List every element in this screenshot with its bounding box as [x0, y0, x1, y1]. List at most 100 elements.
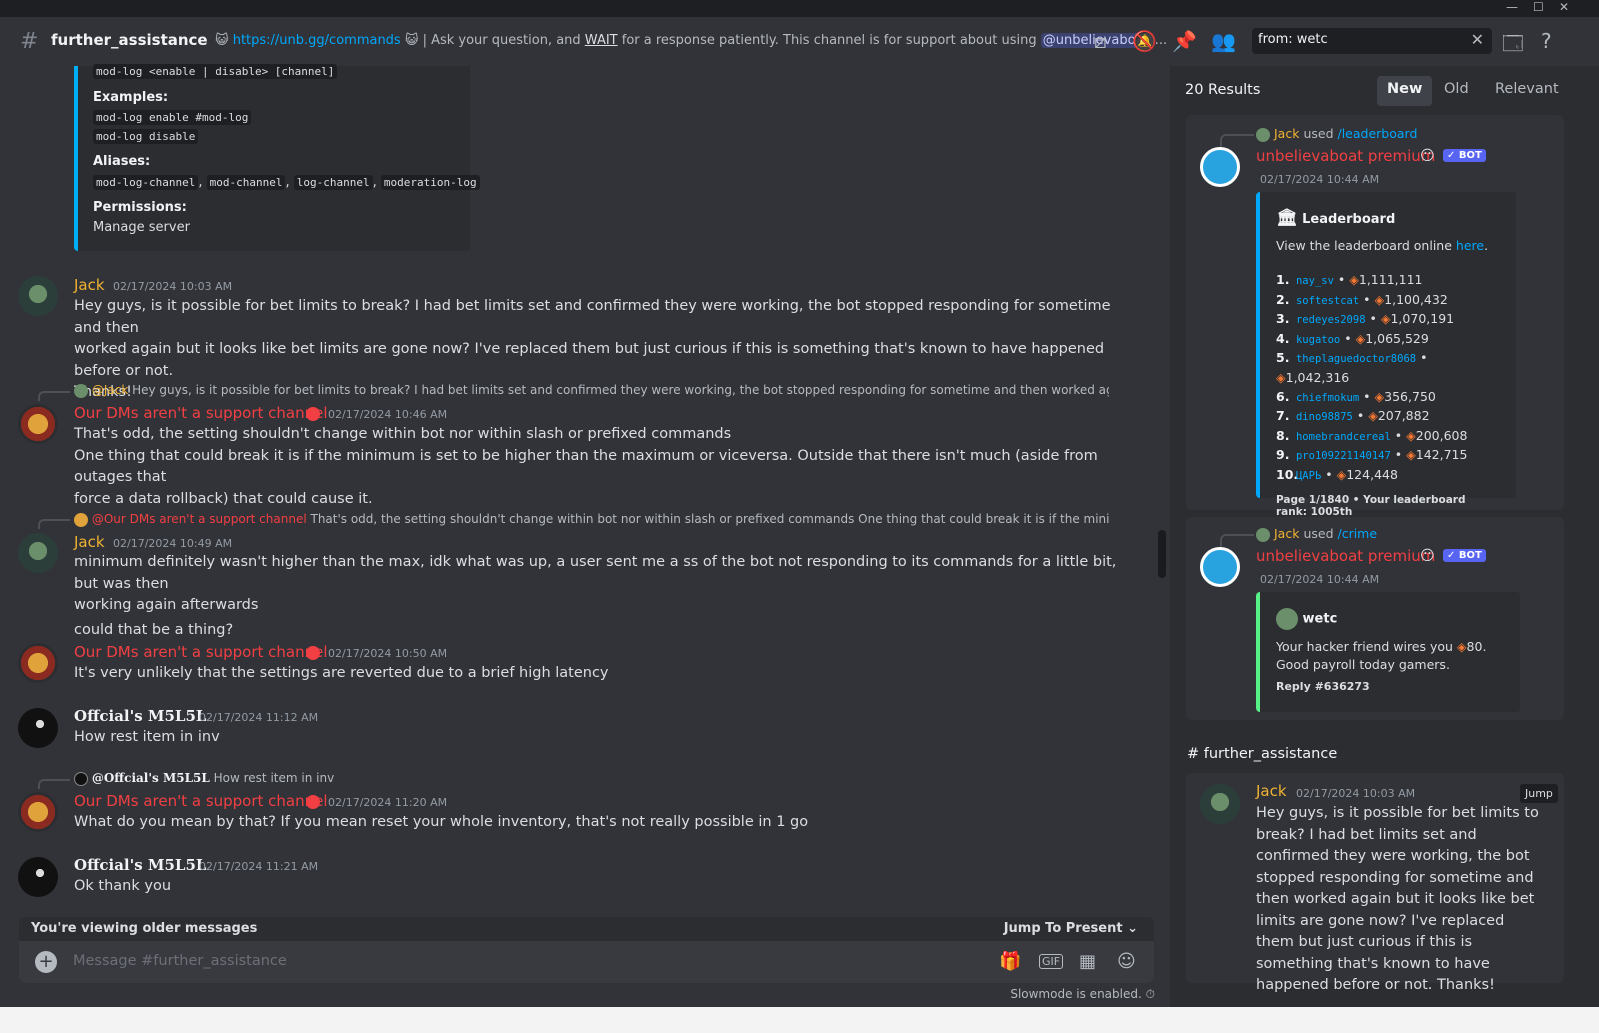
coin-icon: ◈ [1368, 408, 1378, 424]
message-author[interactable]: Our DMs aren't a support channel [74, 404, 328, 422]
author-avatar-icon [1276, 608, 1298, 630]
avatar[interactable] [18, 643, 58, 683]
notification-muted-icon[interactable]: 🔕 [1132, 29, 1157, 53]
rank: 3. [1276, 311, 1290, 327]
avatar[interactable] [18, 276, 58, 316]
message-line: What do you mean by that? If you mean re… [74, 814, 809, 830]
maximize-icon[interactable]: ☐ [1533, 0, 1544, 14]
avatar[interactable] [18, 792, 58, 832]
coin-icon: ◈ [1349, 272, 1359, 287]
reply-avatar-icon [74, 771, 88, 786]
leaderboard-user[interactable]: nay_sv [1296, 275, 1334, 287]
tab-new[interactable]: New [1377, 76, 1433, 106]
message-author[interactable]: Jack [74, 533, 105, 551]
member-list-icon[interactable]: 👥 [1211, 29, 1236, 53]
command-name[interactable]: /crime [1337, 526, 1377, 541]
message-timestamp: 02/17/2024 11:20 AM [328, 796, 448, 809]
message-input[interactable]: Message #further_assistance [73, 953, 287, 969]
sticker-icon[interactable]: ▦ [1079, 951, 1096, 972]
tab-old[interactable]: Old [1434, 76, 1479, 106]
bot-name[interactable]: unbelievaboat premium [1256, 147, 1435, 165]
rank: 5. [1276, 350, 1290, 366]
inbox-icon[interactable]: 🗔 [1502, 29, 1524, 63]
leaderboard-value: 1,100,432 [1384, 291, 1448, 307]
minimize-icon[interactable]: — [1506, 0, 1518, 14]
coin-icon: ◈ [1276, 369, 1286, 385]
examples-label: Examples: [93, 90, 169, 105]
reply-avatar-icon [74, 383, 88, 398]
command-usage: Jack used /crime [1256, 526, 1377, 542]
leaderboard-user[interactable]: dino98875 [1296, 411, 1353, 423]
gif-icon[interactable]: GIF [1039, 954, 1064, 969]
message-line: How rest item in inv [74, 729, 220, 745]
message-author[interactable]: Jack [74, 276, 105, 294]
clear-search-icon[interactable]: ✕ [1471, 30, 1484, 49]
alias-code: mod-log-channel [93, 175, 199, 190]
message-timestamp: 02/17/2024 11:21 AM [199, 860, 319, 873]
threads-icon[interactable]: ⧄ [1094, 29, 1107, 53]
message-author[interactable]: Our DMs aren't a support channel [74, 792, 328, 810]
permissions-label: Permissions: [93, 200, 187, 215]
command-user[interactable]: Jack [1274, 526, 1299, 541]
reply-preview[interactable]: @Our DMs aren't a support channel That's… [74, 512, 1109, 527]
attach-plus-icon[interactable]: + [35, 951, 57, 973]
leaderboard-user[interactable]: pro109221140147 [1296, 450, 1391, 462]
leaderboard-row: 1. nay_sv • ◈1,111,111 [1276, 271, 1500, 291]
result-author[interactable]: Jack [1256, 782, 1287, 800]
message-text: Ok thank you [74, 876, 1124, 898]
bank-icon: 🏛 [1276, 208, 1298, 228]
tab-relevant[interactable]: Relevant [1485, 76, 1569, 106]
leaderboard-user[interactable]: ЦАРЬ [1296, 470, 1321, 482]
channel-hash-icon: # [20, 29, 39, 54]
leaderboard-link[interactable]: here [1456, 238, 1484, 253]
reply-spine [38, 519, 70, 529]
bot-avatar[interactable] [1200, 147, 1240, 187]
avatar[interactable] [18, 857, 58, 897]
avatar[interactable] [18, 708, 58, 748]
jump-button[interactable]: Jump [1520, 784, 1558, 803]
user-avatar-icon [1256, 527, 1270, 542]
avatar[interactable] [18, 533, 58, 573]
result-channel[interactable]: # further_assistance [1187, 746, 1337, 762]
channel-name: further_assistance [51, 31, 208, 49]
rank: 4. [1276, 330, 1290, 346]
leaderboard-user[interactable]: softestcat [1296, 295, 1359, 307]
leaderboard-user[interactable]: chiefmokum [1296, 392, 1359, 404]
permissions-value: Manage server [93, 220, 190, 235]
topic-text: for a response patiently. This channel i… [617, 33, 1041, 48]
reply-preview[interactable]: @Jack Hey guys, is it possible for bet l… [74, 383, 1109, 398]
message-author[interactable]: Offcial's M5L5L [74, 707, 206, 725]
bot-avatar[interactable] [1200, 547, 1240, 587]
command-name[interactable]: /leaderboard [1337, 126, 1417, 141]
leaderboard-row: 8. homebrandcereal • ◈200,608 [1276, 427, 1500, 447]
help-icon[interactable]: ? [1541, 29, 1552, 53]
pin-icon[interactable]: 📌 [1172, 29, 1197, 53]
emoji-picker-icon[interactable]: ☺ [1117, 951, 1136, 972]
search-input[interactable]: from: wetc ✕ [1252, 28, 1492, 54]
topic-link[interactable]: https://unb.gg/commands [233, 33, 401, 48]
gift-icon[interactable]: 🎁 [999, 951, 1021, 972]
rank: 1. [1276, 272, 1290, 287]
bot-name[interactable]: unbelievaboat premium [1256, 547, 1435, 565]
message-author[interactable]: Our DMs aren't a support channel [74, 643, 328, 661]
reply-preview[interactable]: @Offcial's M5L5L How rest item in inv [74, 771, 1109, 786]
avatar[interactable] [18, 404, 58, 444]
channel-topic[interactable]: 😺 https://unb.gg/commands 😺 | Ask your q… [215, 33, 1167, 48]
leaderboard-user[interactable]: redeyes2098 [1296, 314, 1366, 326]
leaderboard-user[interactable]: theplaguedoctor8068 [1296, 353, 1416, 365]
close-window-icon[interactable]: ✕ [1559, 0, 1569, 14]
bottom-edge [0, 1007, 1599, 1033]
command-user[interactable]: Jack [1274, 126, 1299, 141]
jump-to-present-button[interactable]: Jump To Present ⌄ [1004, 921, 1138, 936]
avatar[interactable] [1200, 784, 1240, 824]
coin-icon: ◈ [1406, 427, 1416, 443]
user-avatar-icon [1256, 127, 1270, 142]
coin-icon: ◈ [1336, 466, 1347, 482]
message-timestamp: 02/17/2024 11:12 AM [199, 711, 319, 724]
leaderboard-row: 7. dino98875 • ◈207,882 [1276, 407, 1500, 427]
message-author[interactable]: Offcial's M5L5L [74, 856, 206, 874]
chat-scrollbar-thumb[interactable] [1158, 530, 1166, 578]
leaderboard-user[interactable]: kugatoo [1296, 334, 1340, 346]
leaderboard-user[interactable]: homebrandcereal [1296, 431, 1391, 443]
leaderboard-row: 5. theplaguedoctor8068 • ◈1,042,316 [1276, 350, 1428, 385]
